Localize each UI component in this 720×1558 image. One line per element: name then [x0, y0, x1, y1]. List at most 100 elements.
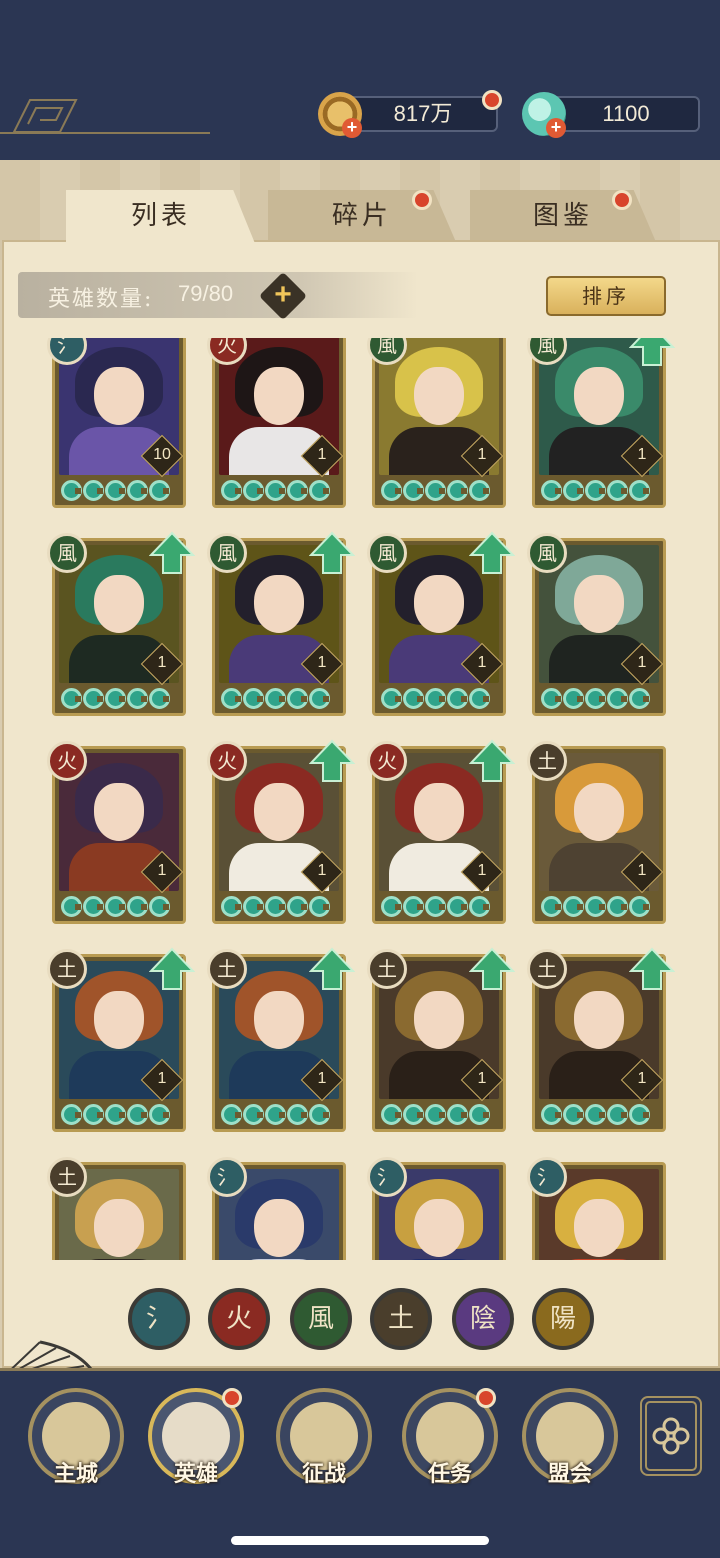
hero-card[interactable]: 1風: [367, 338, 506, 508]
star-icon: [265, 1104, 286, 1125]
star-rating: [61, 480, 170, 501]
filter-yang-button[interactable]: 陽: [532, 1288, 594, 1350]
hero-card[interactable]: 1風: [527, 533, 666, 716]
filter-earth-button[interactable]: 土: [370, 1288, 432, 1350]
sort-button[interactable]: 排序: [546, 276, 666, 316]
earth-element-icon: 土: [47, 1157, 87, 1197]
hero-card[interactable]: 1風: [527, 338, 675, 508]
star-icon: [381, 688, 402, 709]
hero-level: 1: [637, 862, 647, 879]
star-icon: [61, 1104, 82, 1125]
fire-element-icon: 火: [367, 741, 407, 781]
star-icon: [221, 896, 242, 917]
hero-card[interactable]: 1火: [47, 741, 186, 924]
hero-card[interactable]: 氵: [207, 1157, 346, 1260]
tab-list[interactable]: 列表: [66, 190, 256, 246]
notification-dot: [612, 190, 632, 210]
star-icon: [607, 1104, 628, 1125]
decorative-pattern: [0, 98, 210, 134]
star-icon: [243, 1104, 264, 1125]
star-rating: [381, 688, 490, 709]
star-icon: [381, 896, 402, 917]
water-element-icon: 氵: [527, 1157, 567, 1197]
filter-fire-button[interactable]: 火: [208, 1288, 270, 1350]
earth-element-icon: 土: [527, 949, 567, 989]
hero-card[interactable]: 1風: [367, 531, 515, 716]
hero-card[interactable]: 1火: [207, 739, 355, 924]
filter-wind-button[interactable]: 風: [290, 1288, 352, 1350]
star-icon: [541, 896, 562, 917]
hero-card[interactable]: 1土: [207, 947, 355, 1132]
upgrade-arrow-icon: [629, 338, 675, 366]
star-icon: [607, 688, 628, 709]
star-icon: [309, 688, 330, 709]
nav-label: 英雄: [173, 1461, 218, 1487]
hero-card[interactable]: 氵: [527, 1157, 666, 1260]
notification-dot: [482, 90, 502, 110]
hero-card[interactable]: 1火: [207, 338, 346, 508]
filter-water-button[interactable]: 氵: [128, 1288, 190, 1350]
star-rating: [61, 688, 170, 709]
more-menu-button[interactable]: [640, 1396, 702, 1476]
add-coins-icon[interactable]: +: [342, 118, 362, 138]
hero-card[interactable]: 1火: [367, 739, 515, 924]
hero-card[interactable]: 氵: [367, 1157, 506, 1260]
home-indicator[interactable]: [231, 1536, 489, 1545]
star-icon: [105, 1104, 126, 1125]
expand-slots-button[interactable]: +: [266, 278, 300, 312]
notification-dot: [412, 190, 432, 210]
star-icon: [629, 896, 650, 917]
star-icon: [381, 1104, 402, 1125]
star-rating: [221, 896, 330, 917]
star-icon: [585, 480, 606, 501]
hero-card[interactable]: 1土: [47, 947, 195, 1132]
fire-element-icon: 火: [47, 741, 87, 781]
coin-currency[interactable]: 817万 +: [318, 92, 498, 138]
earth-element-icon: 土: [47, 949, 87, 989]
star-icon: [265, 480, 286, 501]
water-element-icon: 氵: [207, 1157, 247, 1197]
hero-grid: 10 氵 1火 1風 1風 1 風 1 風 1 風 1 風 1 火 1 火 1 …: [20, 338, 700, 1260]
hero-card[interactable]: 土: [47, 1157, 186, 1260]
jade-currency[interactable]: 1100 +: [522, 92, 700, 138]
hero-card[interactable]: 1土: [527, 741, 666, 924]
upgrade-arrow-icon: [309, 739, 355, 782]
star-icon: [541, 1104, 562, 1125]
hero-count-value: 79/80: [178, 281, 234, 306]
upgrade-arrow-icon: [469, 531, 515, 574]
hero-card[interactable]: 1風: [207, 531, 355, 716]
upgrade-arrow-icon: [309, 531, 355, 574]
star-icon: [541, 688, 562, 709]
star-icon: [127, 480, 148, 501]
star-icon: [221, 480, 242, 501]
hero-card[interactable]: 10 氵: [47, 338, 186, 508]
hero-card[interactable]: 1風: [47, 531, 195, 716]
star-icon: [127, 688, 148, 709]
star-icon: [243, 896, 264, 917]
star-icon: [629, 480, 650, 501]
notification-dot: [222, 1388, 242, 1408]
hero-level: 1: [637, 654, 647, 671]
star-icon: [403, 688, 424, 709]
hero-level: 1: [637, 1070, 647, 1087]
star-icon: [541, 480, 562, 501]
filter-yin-button[interactable]: 陰: [452, 1288, 514, 1350]
star-rating: [381, 480, 490, 501]
nav-label: 盟会: [547, 1461, 592, 1487]
wind-element-icon: 風: [207, 533, 247, 573]
hero-level: 1: [477, 862, 487, 879]
add-jade-icon[interactable]: +: [546, 118, 566, 138]
cloud-pattern-icon: [12, 99, 78, 133]
upgrade-arrow-icon: [469, 947, 515, 990]
hero-level: 1: [157, 862, 167, 879]
hero-card[interactable]: 1土: [367, 947, 515, 1132]
star-icon: [287, 480, 308, 501]
star-icon: [243, 688, 264, 709]
star-icon: [127, 896, 148, 917]
star-icon: [83, 896, 104, 917]
hero-card[interactable]: 1土: [527, 947, 675, 1132]
upgrade-arrow-icon: [469, 739, 515, 782]
star-icon: [563, 688, 584, 709]
star-rating: [221, 688, 330, 709]
star-icon: [403, 480, 424, 501]
